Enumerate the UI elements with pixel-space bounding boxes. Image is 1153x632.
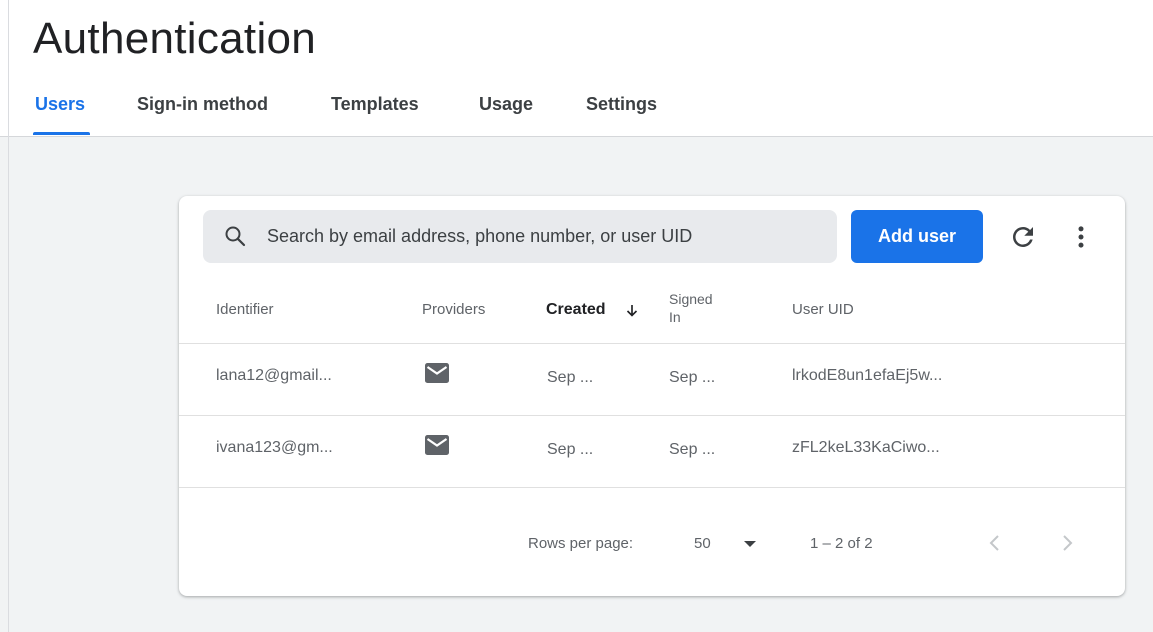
more-vert-icon[interactable] xyxy=(1066,222,1096,252)
rows-per-page-label: Rows per page: xyxy=(528,535,634,552)
cell-identifier: lana12@gmail... xyxy=(216,367,332,384)
arrow-down-icon[interactable] xyxy=(623,302,641,320)
cell-user-uid: lrkodE8un1efaEj5w... xyxy=(792,367,943,384)
column-header-providers: Providers xyxy=(422,301,486,318)
tab-usage[interactable]: Usage xyxy=(479,94,533,115)
page-title: Authentication xyxy=(33,14,317,63)
header-divider xyxy=(179,343,1125,344)
column-header-user-uid[interactable]: User UID xyxy=(792,301,854,318)
tab-users[interactable]: Users xyxy=(35,94,85,115)
row-divider xyxy=(179,487,1125,488)
cell-created: Sep ... xyxy=(547,369,594,386)
users-table-card: Add user Identifier Providers Created Si… xyxy=(179,196,1125,596)
tab-settings[interactable]: Settings xyxy=(586,94,657,115)
tab-templates[interactable]: Templates xyxy=(331,94,419,115)
email-icon xyxy=(425,435,449,455)
search-bar[interactable] xyxy=(203,210,837,263)
active-tab-indicator xyxy=(33,132,90,135)
previous-page-icon[interactable] xyxy=(983,531,1007,555)
column-header-identifier[interactable]: Identifier xyxy=(216,301,274,318)
tab-bar: Users Sign-in method Templates Usage Set… xyxy=(0,88,1153,136)
add-user-button[interactable]: Add user xyxy=(851,210,983,263)
page-range-label: 1 – 2 of 2 xyxy=(810,535,873,552)
column-header-created[interactable]: Created xyxy=(546,301,606,319)
cell-signed-in: Sep ... xyxy=(669,441,716,458)
rows-per-page-value: 50 xyxy=(694,535,711,552)
column-header-signed-in-line2: In xyxy=(669,309,681,325)
cell-created: Sep ... xyxy=(547,441,594,458)
cell-identifier: ivana123@gm... xyxy=(216,439,333,456)
rows-per-page-select[interactable]: 50 xyxy=(694,532,764,556)
refresh-icon[interactable] xyxy=(1008,222,1038,252)
next-page-icon[interactable] xyxy=(1055,531,1079,555)
cell-user-uid: zFL2keL33KaCiwo... xyxy=(792,439,940,456)
tab-sign-in-method[interactable]: Sign-in method xyxy=(137,94,268,115)
page-header: Authentication Users Sign-in method Temp… xyxy=(0,0,1153,136)
column-header-signed-in[interactable]: Signed xyxy=(669,291,713,307)
email-icon xyxy=(425,363,449,383)
row-divider xyxy=(179,415,1125,416)
search-icon xyxy=(225,226,246,247)
search-input[interactable] xyxy=(267,210,827,263)
content-left-border xyxy=(8,0,9,632)
cell-signed-in: Sep ... xyxy=(669,369,716,386)
dropdown-arrow-icon xyxy=(744,541,756,547)
